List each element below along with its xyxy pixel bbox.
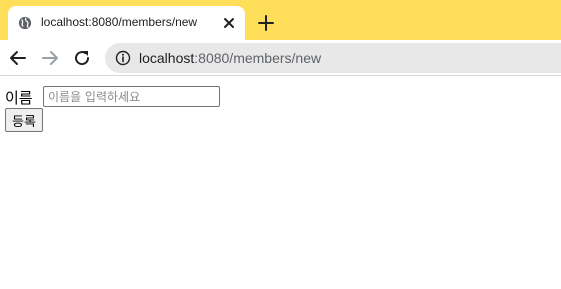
- tab-strip: localhost:8080/members/new: [0, 0, 561, 40]
- tab-members-new[interactable]: localhost:8080/members/new: [8, 6, 245, 40]
- page-content: 이름 등록: [0, 77, 561, 289]
- reload-icon[interactable]: [72, 48, 92, 68]
- browser-window: localhost:8080/members/new localhost:808…: [0, 0, 561, 289]
- arrow-left-icon[interactable]: [8, 48, 28, 68]
- url-path: :8080/members/new: [194, 50, 322, 66]
- info-icon[interactable]: [115, 50, 131, 66]
- url-text[interactable]: localhost:8080/members/new: [139, 50, 321, 66]
- url-host: localhost: [139, 50, 195, 66]
- globe-icon: [18, 16, 32, 30]
- browser-toolbar: localhost:8080/members/new: [0, 40, 561, 76]
- submit-button[interactable]: 등록: [5, 108, 43, 132]
- arrow-right-icon[interactable]: [40, 48, 60, 68]
- name-label: 이름: [5, 89, 33, 107]
- address-bar[interactable]: localhost:8080/members/new: [105, 43, 561, 73]
- name-input[interactable]: [43, 86, 220, 107]
- tab-title: localhost:8080/members/new: [41, 15, 198, 29]
- close-icon[interactable]: [222, 16, 236, 30]
- plus-icon[interactable]: [256, 13, 276, 33]
